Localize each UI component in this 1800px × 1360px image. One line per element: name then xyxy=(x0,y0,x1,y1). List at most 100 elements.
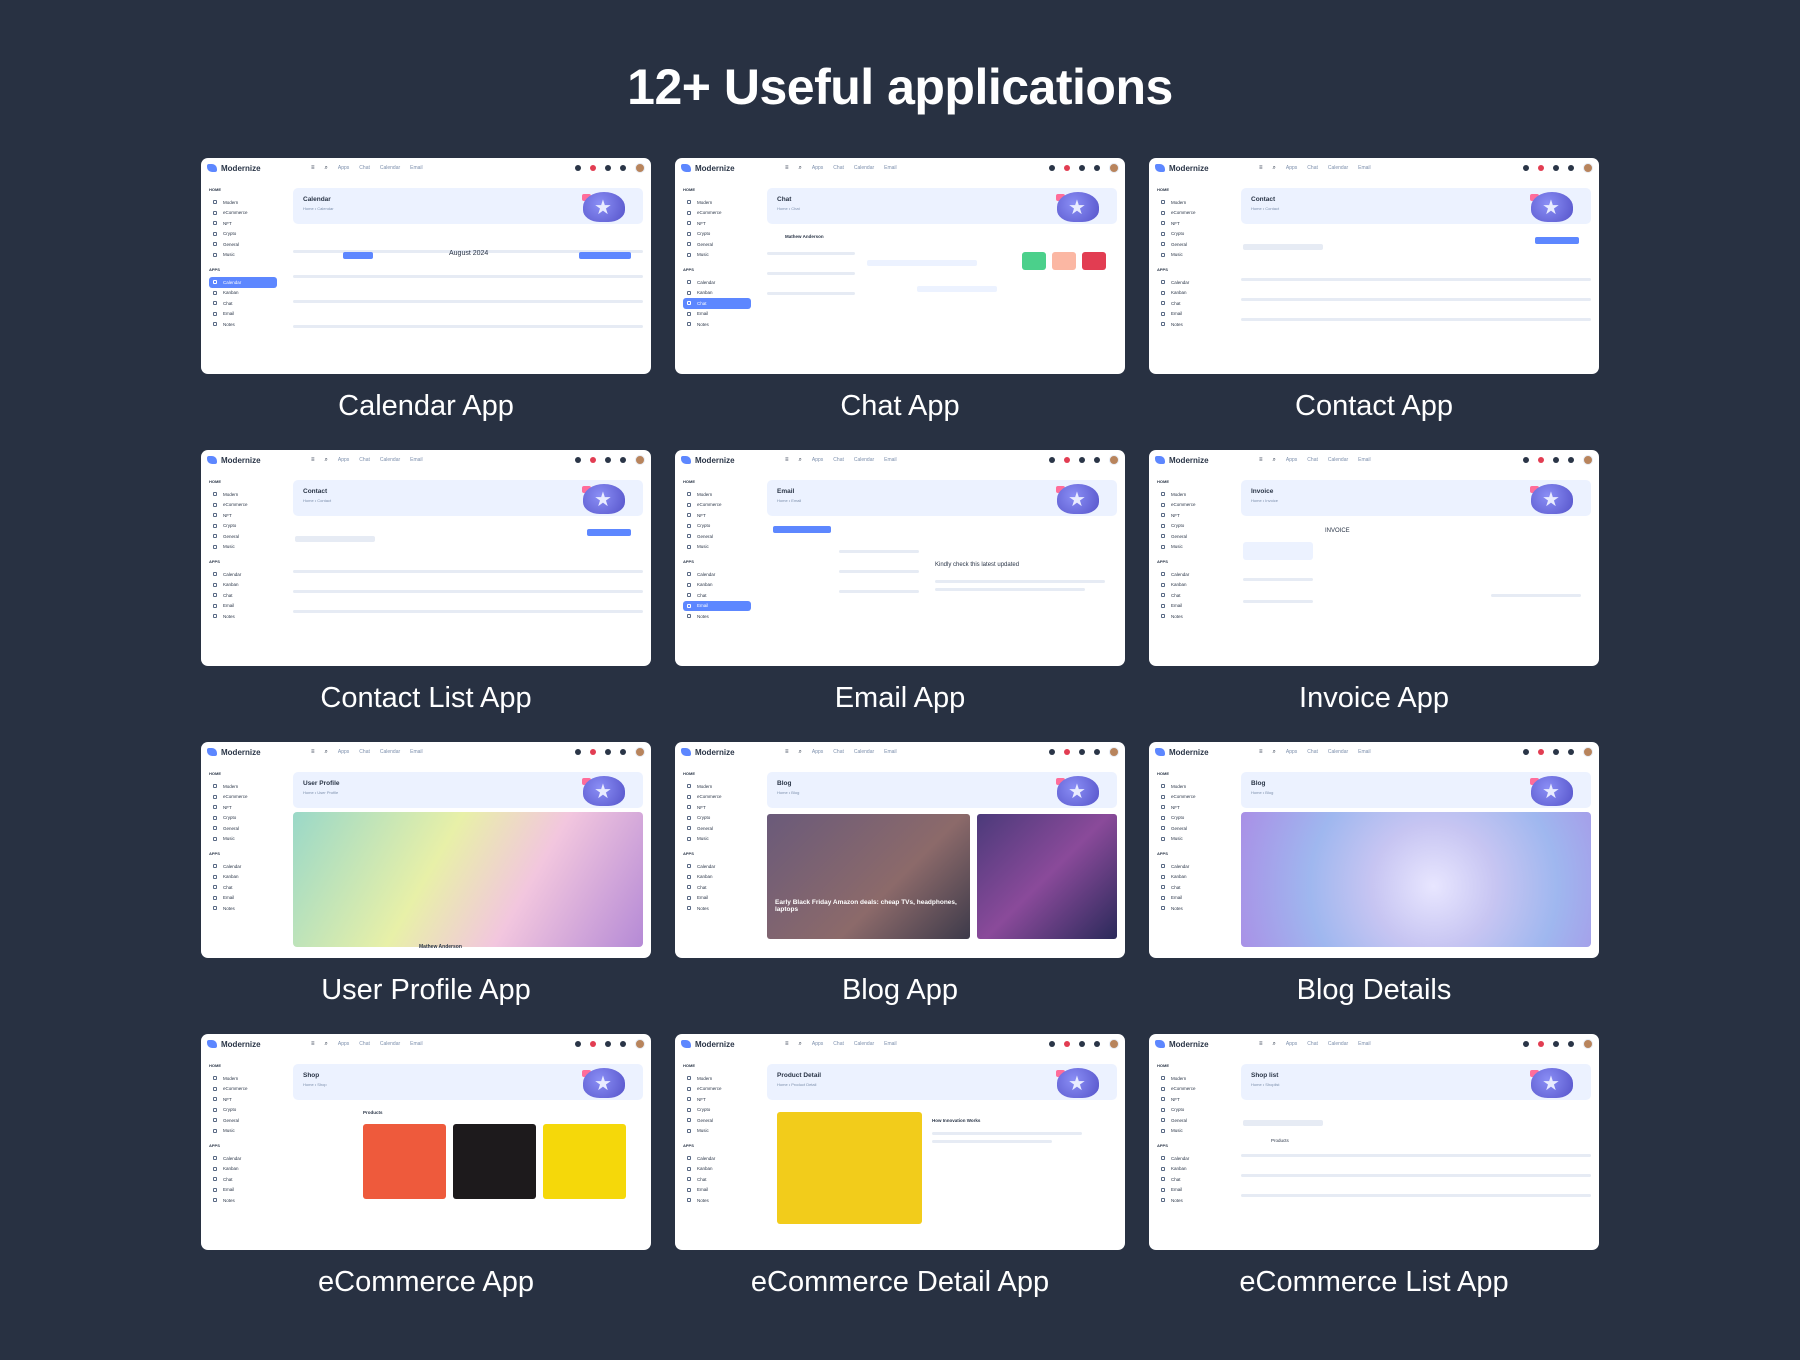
sidebar-item: eCommerce xyxy=(1157,792,1225,803)
nav-icon xyxy=(213,544,217,549)
nav-icon xyxy=(213,582,217,587)
mock-nav-item: Apps xyxy=(811,165,824,171)
app-card[interactable]: Modernize ≡ ⌕ Apps Chat Calendar Email HOME Mode… xyxy=(675,450,1125,742)
sidebar-item-label: Crypto xyxy=(1171,231,1185,237)
search-icon: ⌕ xyxy=(798,1040,802,1047)
app-screenshot[interactable]: Modernize ≡ ⌕ Apps Chat Calendar Email HOME Mode… xyxy=(675,742,1125,958)
nav-icon xyxy=(687,231,691,236)
app-card[interactable]: Modernize ≡ ⌕ Apps Chat Calendar Email HOME Mode… xyxy=(1149,742,1599,1034)
mock-nav: ≡ ⌕ Apps Chat Calendar Email xyxy=(311,165,423,172)
product-card[interactable] xyxy=(543,1124,626,1199)
add-event-button[interactable] xyxy=(343,252,373,259)
nav-icon xyxy=(213,523,217,528)
sidebar-item-label: Chat xyxy=(697,592,707,598)
sidebar-item-label: Chat xyxy=(223,1176,233,1182)
sidebar-item-label: Music xyxy=(1171,544,1183,550)
app-screenshot[interactable]: Modernize ≡ ⌕ Apps Chat Calendar Email HOME Mode… xyxy=(201,450,651,666)
sidebar-item-label: NFT xyxy=(1171,1096,1180,1102)
blog-post-card[interactable]: Early Black Friday Amazon deals: cheap T… xyxy=(767,814,970,939)
app-screenshot[interactable]: Modernize ≡ ⌕ Apps Chat Calendar Email HOME Mode… xyxy=(675,1034,1125,1250)
sidebar-item-label: General xyxy=(697,1117,714,1123)
app-screenshot[interactable]: Modernize ≡ ⌕ Apps Chat Calendar Email HOME Mode… xyxy=(201,1034,651,1250)
product-card[interactable] xyxy=(453,1124,536,1199)
app-card[interactable]: Modernize ≡ ⌕ Apps Chat Calendar Email HOME Mode… xyxy=(1149,158,1599,450)
star-illustration-icon xyxy=(1531,1068,1573,1098)
app-screenshot[interactable]: Modernize ≡ ⌕ Apps Chat Calendar Email HOME Mode… xyxy=(1149,1034,1599,1250)
app-card[interactable]: Modernize ≡ ⌕ Apps Chat Calendar Email HOME Mode… xyxy=(675,742,1125,1034)
sidebar-item: NFT xyxy=(1157,510,1225,521)
sidebar-item: General xyxy=(209,1115,277,1126)
star-illustration-icon xyxy=(583,192,625,222)
nav-icon xyxy=(1161,874,1165,879)
sidebar-item-label: Chat xyxy=(223,884,233,890)
nav-icon xyxy=(1161,502,1165,507)
nav-icon xyxy=(1161,864,1165,869)
add-contact-button[interactable] xyxy=(587,529,631,536)
sidebar-item-label: Modern xyxy=(697,1075,713,1081)
sidebar-item-label: eCommerce xyxy=(697,210,722,216)
compose-button[interactable] xyxy=(773,526,831,533)
app-card[interactable]: Modernize ≡ ⌕ Apps Chat Calendar Email HOME Mode… xyxy=(675,158,1125,450)
sidebar-item: Email xyxy=(1157,893,1225,904)
app-card[interactable]: Modernize ≡ ⌕ Apps Chat Calendar Email HOME Mode… xyxy=(201,742,651,1034)
app-screenshot[interactable]: Modernize ≡ ⌕ Apps Chat Calendar Email HOME Mode… xyxy=(1149,158,1599,374)
app-caption: Email App xyxy=(834,682,966,714)
app-card[interactable]: Modernize ≡ ⌕ Apps Chat Calendar Email HOME Mode… xyxy=(201,158,651,450)
sidebar-heading: HOME xyxy=(209,771,221,776)
view-switch[interactable] xyxy=(579,252,631,259)
app-card[interactable]: Modernize ≡ ⌕ Apps Chat Calendar Email HOME Mode… xyxy=(1149,1034,1599,1326)
add-contact-button[interactable] xyxy=(1535,237,1579,244)
nav-icon xyxy=(1161,805,1165,810)
sidebar-item: Email xyxy=(209,1185,277,1196)
sidebar-item-label: Modern xyxy=(223,491,239,497)
app-screenshot[interactable]: Modernize ≡ ⌕ Apps Chat Calendar Email HOME Mode… xyxy=(201,742,651,958)
logo-icon xyxy=(681,748,691,756)
nav-icon xyxy=(213,1076,217,1081)
sidebar-item-label: eCommerce xyxy=(1171,1086,1196,1092)
sidebar-item-label: General xyxy=(223,533,240,539)
avatar xyxy=(1583,163,1593,173)
mock-nav-item: Apps xyxy=(1285,457,1298,463)
app-screenshot[interactable]: Modernize ≡ ⌕ Apps Chat Calendar Email HOME Mode… xyxy=(675,158,1125,374)
app-screenshot[interactable]: Modernize ≡ ⌕ Apps Chat Calendar Email HOME Mode… xyxy=(201,158,651,374)
mock-nav-item: Email xyxy=(410,457,423,463)
nav-icon xyxy=(687,1097,691,1102)
sidebar-item: Crypto xyxy=(209,1105,277,1116)
nav-icon xyxy=(687,1156,691,1161)
sidebar-item: Modern xyxy=(683,781,751,792)
sidebar-item-label: Email xyxy=(697,603,709,609)
sidebar-item: Notes xyxy=(683,611,751,622)
app-card[interactable]: Modernize ≡ ⌕ Apps Chat Calendar Email HOME Mode… xyxy=(201,1034,651,1326)
mock-nav-item: Email xyxy=(410,165,423,171)
app-card[interactable]: Modernize ≡ ⌕ Apps Chat Calendar Email HOME Mode… xyxy=(1149,450,1599,742)
sidebar-item: General xyxy=(209,823,277,834)
sidebar-item: eCommerce xyxy=(1157,1084,1225,1095)
mock-content: User ProfileHome • User Profile Mathew An… xyxy=(293,772,643,958)
app-screenshot[interactable]: Modernize ≡ ⌕ Apps Chat Calendar Email HOME Mode… xyxy=(1149,450,1599,666)
app-screenshot[interactable]: Modernize ≡ ⌕ Apps Chat Calendar Email HOME Mode… xyxy=(675,450,1125,666)
apps-grid: Modernize ≡ ⌕ Apps Chat Calendar Email HOME Mode… xyxy=(201,158,1599,1326)
page-banner: Product Detail Home • Product Detail xyxy=(767,1064,1117,1100)
sidebar-item-label: Music xyxy=(1171,252,1183,258)
sidebar-item-label: Kanban xyxy=(1171,1166,1187,1172)
cart-icon xyxy=(605,1041,611,1047)
product-card[interactable] xyxy=(363,1124,446,1199)
sidebar-item-label: eCommerce xyxy=(223,210,248,216)
nav-icon xyxy=(213,794,217,799)
page-headline: 12+ Useful applications xyxy=(627,59,1173,115)
app-screenshot[interactable]: Modernize ≡ ⌕ Apps Chat Calendar Email HOME Mode… xyxy=(1149,742,1599,958)
app-card[interactable]: Modernize ≡ ⌕ Apps Chat Calendar Email HOME Mode… xyxy=(201,450,651,742)
mock-sidebar: HOME Modern eCommerce NFT Crypto General Music… xyxy=(1149,470,1233,666)
mock-toolbar xyxy=(1523,163,1593,173)
moon-icon xyxy=(1523,457,1529,463)
sidebar-item-label: Crypto xyxy=(1171,1107,1185,1113)
blog-post-card[interactable] xyxy=(977,814,1117,939)
sidebar-item-label: Modern xyxy=(1171,199,1187,205)
app-card[interactable]: Modernize ≡ ⌕ Apps Chat Calendar Email HOME Mode… xyxy=(675,1034,1125,1326)
sidebar-item-label: Music xyxy=(223,1128,235,1134)
nav-icon xyxy=(213,874,217,879)
search-icon: ⌕ xyxy=(798,456,802,463)
sidebar-heading: HOME xyxy=(1157,771,1169,776)
nav-icon xyxy=(1161,280,1165,285)
sidebar-item: Chat xyxy=(1157,298,1225,309)
